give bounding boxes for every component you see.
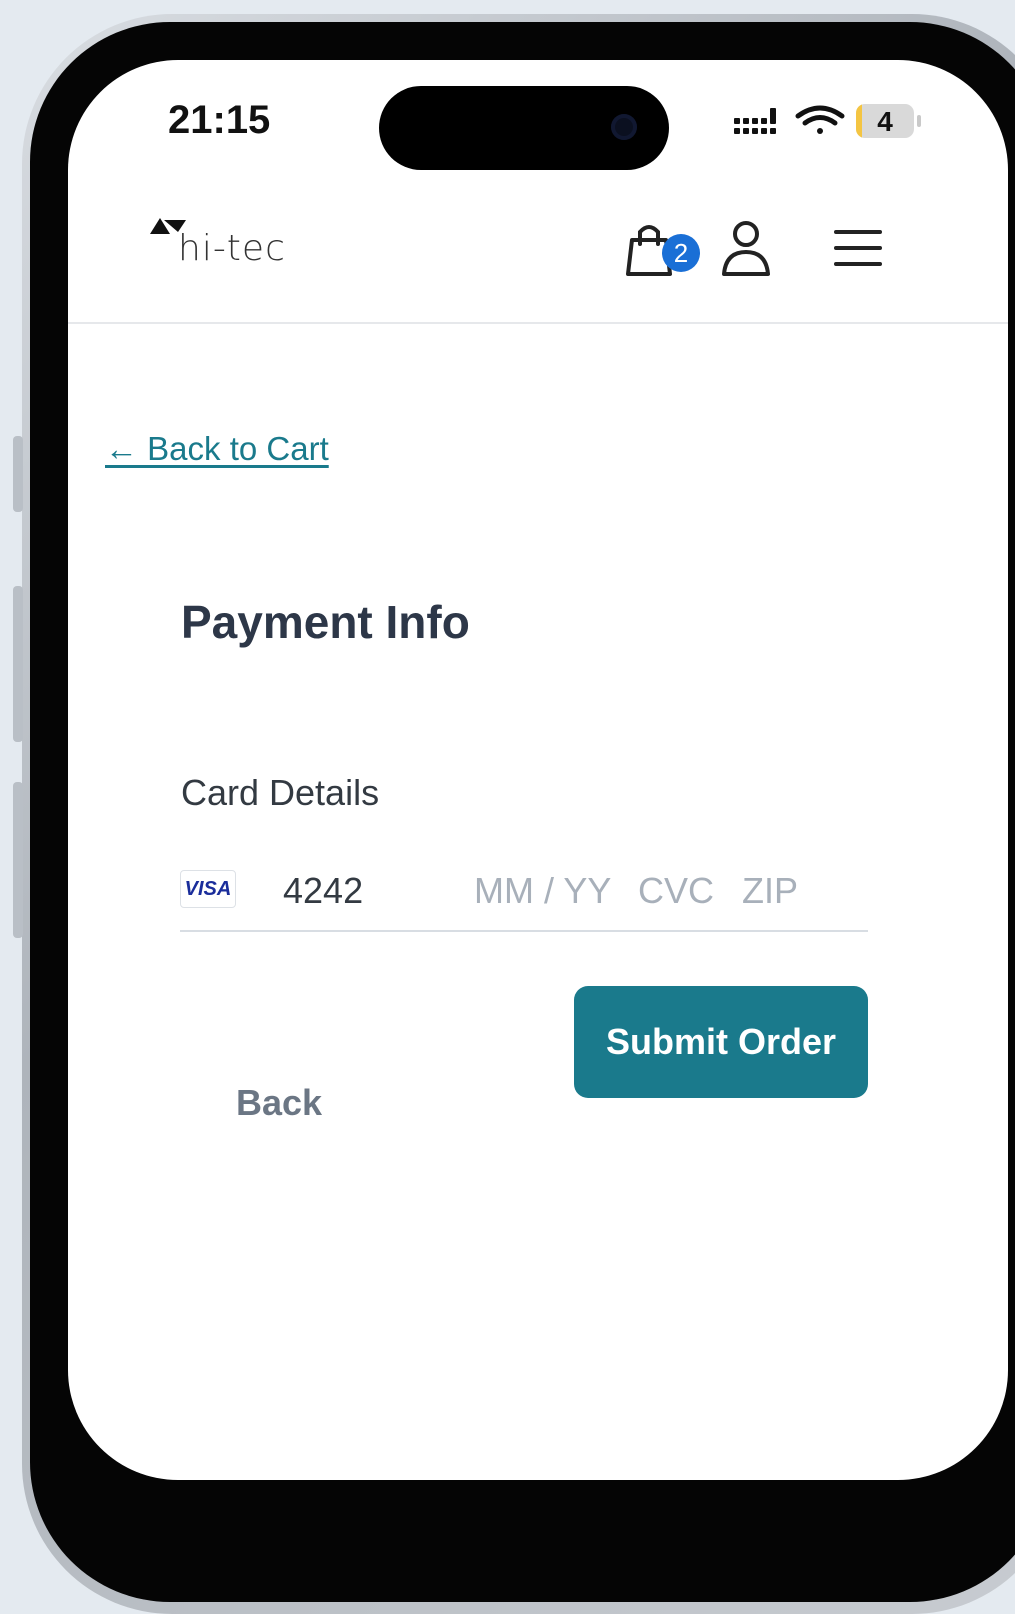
submit-order-button[interactable]: Submit Order xyxy=(574,986,868,1098)
volume-up-button xyxy=(13,586,23,742)
action-button xyxy=(13,436,23,512)
camera-icon xyxy=(611,114,637,140)
user-icon xyxy=(722,221,770,276)
menu-button[interactable] xyxy=(834,226,882,270)
page-title: Payment Info xyxy=(181,596,470,648)
card-details-label: Card Details xyxy=(181,772,380,813)
signal-icon xyxy=(734,108,776,134)
cart-button[interactable]: 2 xyxy=(626,220,702,284)
expiry-field[interactable]: MM / YY xyxy=(474,870,611,912)
back-to-cart-link[interactable]: ← Back to Cart xyxy=(105,430,329,468)
logo-text: hi-tec xyxy=(178,228,286,269)
volume-down-button xyxy=(13,782,23,938)
back-button[interactable]: Back xyxy=(236,1082,322,1124)
battery-icon: 4 xyxy=(856,104,914,138)
status-time: 21:15 xyxy=(168,98,271,142)
cvc-field[interactable]: CVC xyxy=(638,870,714,912)
site-header: hi-tec 2 xyxy=(68,200,1008,324)
status-icons xyxy=(734,105,845,134)
dynamic-island xyxy=(379,86,669,170)
zip-field[interactable]: ZIP xyxy=(742,870,798,912)
logo[interactable]: hi-tec xyxy=(150,214,290,284)
menu-icon xyxy=(834,230,882,266)
battery-level: 4 xyxy=(877,106,893,137)
wifi-icon xyxy=(795,105,845,134)
account-button[interactable] xyxy=(720,218,772,280)
screen: 21:15 4 hi-tec 2 ← Back to Cart Payment … xyxy=(68,60,1008,1480)
cart-count-badge: 2 xyxy=(662,234,700,272)
card-input[interactable]: VISA 4242 MM / YY CVC ZIP xyxy=(180,860,868,932)
visa-icon: VISA xyxy=(180,870,236,908)
battery-cap xyxy=(917,115,921,127)
card-number-field[interactable]: 4242 xyxy=(283,870,363,912)
